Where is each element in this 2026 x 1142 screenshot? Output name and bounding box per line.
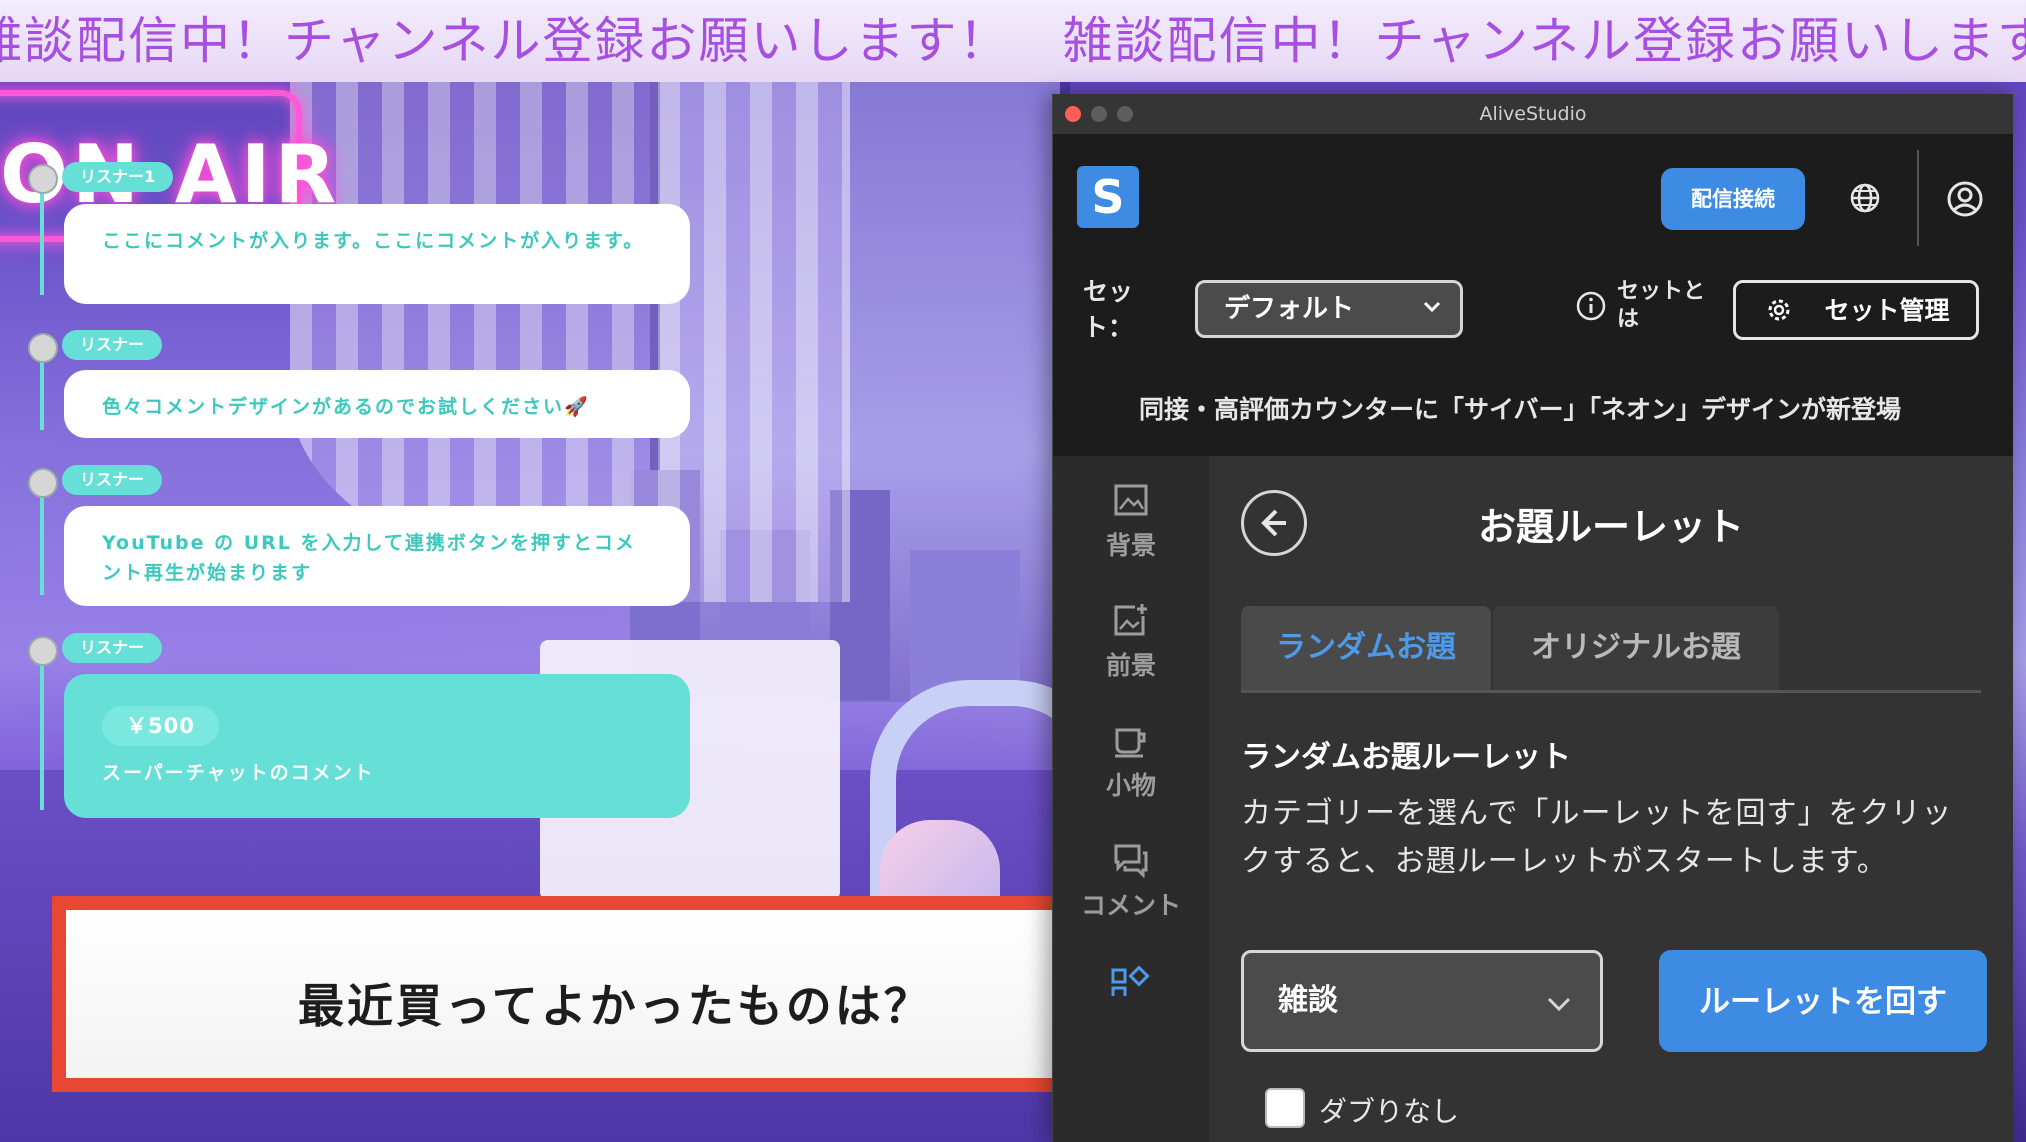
set-select-value: デフォルト bbox=[1224, 294, 1355, 324]
comment-user-chip: リスナー bbox=[62, 633, 163, 663]
set-row: セット： デフォルト セットとは セット管理 bbox=[1053, 260, 2013, 364]
chat-icon bbox=[1114, 844, 1148, 878]
ticker-banner: 雑談配信中！チャンネル登録お願いします！ 雑談配信中！チャンネル登録お願いします… bbox=[0, 0, 2026, 82]
category-select[interactable]: 雑談 bbox=[1241, 950, 1603, 1052]
app-header: S 配信接続 bbox=[1053, 134, 2013, 260]
sidebar-item-comments[interactable]: コメント bbox=[1053, 842, 1209, 952]
info-icon[interactable] bbox=[1575, 290, 1607, 322]
sidebar-item-foreground[interactable]: 前景 bbox=[1053, 602, 1209, 712]
news-ticker: 同接・高評価カウンターに「サイバー」「ネオン」デザインが新登場 bbox=[1053, 364, 2013, 456]
avatar bbox=[28, 636, 58, 666]
topic-text: 最近買ってよかったものは？ bbox=[298, 979, 933, 1033]
window-title: AliveStudio bbox=[1479, 103, 1587, 125]
avatar bbox=[28, 164, 58, 194]
comment-user-chip: リスナー1 bbox=[62, 162, 174, 192]
comment-bubble: ここにコメントが入ります。ここにコメントが入ります。 bbox=[64, 204, 690, 304]
sidebar-item-label: 背景 bbox=[1105, 531, 1156, 560]
section-title: ランダムお題ルーレット bbox=[1241, 740, 1571, 775]
comment-line bbox=[40, 660, 44, 810]
chevron-down-icon bbox=[1423, 301, 1441, 313]
superchat-price: ￥500 bbox=[102, 706, 219, 746]
set-manage-button[interactable]: セット管理 bbox=[1733, 280, 1979, 340]
sidebar-item-props[interactable]: 小物 bbox=[1053, 722, 1209, 832]
add-image-icon bbox=[1114, 604, 1147, 636]
app-logo: S bbox=[1077, 166, 1139, 228]
news-text: 同接・高評価カウンターに「サイバー」「ネオン」デザインが新登場 bbox=[1139, 395, 1902, 424]
topic-box: 最近買ってよかったものは？ bbox=[52, 896, 1132, 1092]
comment-bubble: YouTube の URL を入力して連携ボタンを押すとコメント再生が始まります bbox=[64, 506, 690, 606]
sidebar: 背景 前景 小物 コメント bbox=[1053, 456, 1209, 1142]
set-info-link[interactable]: セットとは bbox=[1617, 278, 1713, 334]
tab-original-topics[interactable]: オリジナルお題 bbox=[1493, 606, 1779, 690]
gear-icon bbox=[1768, 299, 1790, 321]
comment-line bbox=[40, 185, 44, 295]
tab-bar: ランダムお題 オリジナルお題 bbox=[1241, 606, 1981, 693]
no-duplicate-label: ダブりなし bbox=[1319, 1095, 1460, 1128]
superchat-text: スーパーチャットのコメント bbox=[102, 762, 375, 784]
ticker-text: 雑談配信中！チャンネル登録お願いします！ 雑談配信中！チャンネル登録お願いします… bbox=[0, 12, 2026, 70]
avatar bbox=[28, 333, 58, 363]
set-select[interactable]: デフォルト bbox=[1195, 280, 1463, 338]
alivestudio-window: AliveStudio S 配信接続 セット： デフォルト セットとは セット管… bbox=[1052, 94, 2013, 1142]
user-account-icon[interactable] bbox=[1946, 180, 1984, 218]
stream-connect-button[interactable]: 配信接続 bbox=[1661, 168, 1805, 230]
sidebar-item-background[interactable]: 背景 bbox=[1053, 482, 1209, 592]
category-select-value: 雑談 bbox=[1278, 983, 1338, 1018]
topic-roulette-panel: お題ルーレット ランダムお題 オリジナルお題 ランダムお題ルーレット カテゴリー… bbox=[1209, 456, 2013, 1142]
comment-line bbox=[40, 495, 44, 595]
superchat-bubble: ￥500 スーパーチャットのコメント bbox=[64, 674, 690, 818]
sidebar-item-label: 小物 bbox=[1105, 771, 1156, 800]
no-duplicate-checkbox[interactable] bbox=[1265, 1088, 1305, 1128]
avatar bbox=[28, 468, 58, 498]
comment-user-chip: リスナー bbox=[62, 465, 163, 495]
cup-icon bbox=[1115, 728, 1146, 758]
set-manage-label: セット管理 bbox=[1824, 297, 1950, 325]
set-label: セット： bbox=[1083, 277, 1134, 342]
panel-title: お題ルーレット bbox=[1477, 505, 1744, 549]
header-divider bbox=[1917, 150, 1919, 246]
tab-random-topics[interactable]: ランダムお題 bbox=[1241, 606, 1491, 690]
sidebar-item-label: 前景 bbox=[1105, 651, 1156, 680]
comment-bubble: 色々コメントデザインがあるのでお試しください🚀 bbox=[64, 370, 690, 438]
title-bar: AliveStudio bbox=[1053, 94, 2013, 135]
widgets-icon[interactable] bbox=[1111, 966, 1151, 996]
chevron-down-icon bbox=[1547, 997, 1571, 1012]
comment-user-chip: リスナー bbox=[62, 330, 163, 360]
image-icon bbox=[1114, 484, 1148, 516]
comment-line bbox=[40, 360, 44, 430]
spin-roulette-button[interactable]: ルーレットを回す bbox=[1659, 950, 1987, 1052]
globe-icon[interactable] bbox=[1849, 182, 1881, 214]
section-description: カテゴリーを選んで「ルーレットを回す」をクリックすると、お題ルーレットがスタート… bbox=[1241, 796, 1953, 879]
sidebar-item-label: コメント bbox=[1080, 891, 1181, 920]
